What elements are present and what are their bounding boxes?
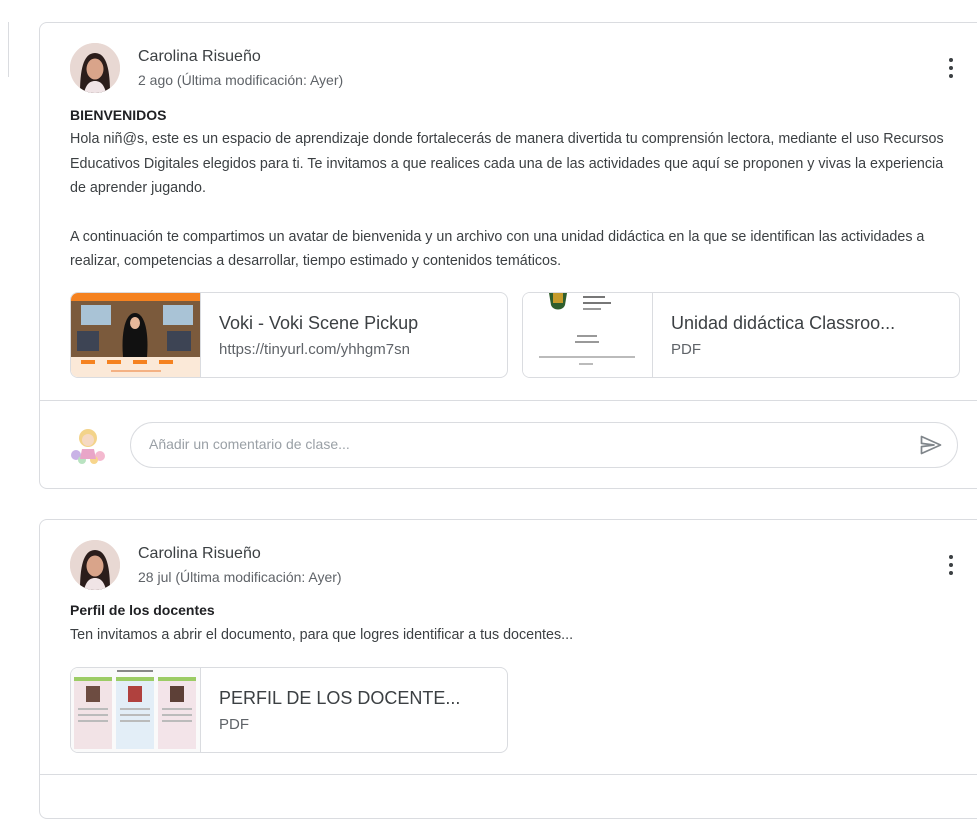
post-paragraph: Ten invitamos a abrir el documento, para…: [70, 627, 574, 643]
post-title: Perfil de los docentes: [70, 602, 215, 618]
user-avatar: [68, 425, 108, 465]
author-avatar[interactable]: [70, 43, 120, 93]
post-card: Carolina Risueño 28 jul (Última modifica…: [39, 519, 977, 819]
more-vert-icon[interactable]: [948, 555, 954, 577]
card-divider: [40, 774, 977, 775]
attachment-url: https://tinyurl.com/yhhgm7sn: [219, 341, 410, 358]
card-divider: [40, 400, 977, 401]
attachment-link-unidad[interactable]: Unidad didáctica Classroo... PDF: [522, 292, 960, 378]
post-title: BIENVENIDOS: [70, 107, 167, 123]
attachment-type: PDF: [671, 341, 701, 358]
author-name: Carolina Risueño: [138, 545, 261, 562]
author-name: Carolina Risueño: [138, 48, 261, 65]
attachment-link-perfil[interactable]: PERFIL DE LOS DOCENTE... PDF: [70, 667, 508, 753]
post-card: Carolina Risueño 2 ago (Última modificac…: [39, 22, 977, 489]
post-paragraph: Hola niñ@s, este es un espacio de aprend…: [70, 131, 944, 196]
attachment-title: Voki - Voki Scene Pickup: [219, 313, 419, 333]
author-avatar[interactable]: [70, 540, 120, 590]
comment-input[interactable]: Añadir un comentario de clase...: [130, 422, 958, 468]
attachment-type: PDF: [219, 716, 249, 733]
send-icon[interactable]: [919, 433, 943, 457]
post-body: Hola niñ@s, este es un espacio de aprend…: [70, 127, 950, 274]
left-divider: [8, 22, 9, 77]
pdf-thumbnail: [523, 293, 653, 377]
attachment-title: Unidad didáctica Classroo...: [671, 313, 896, 333]
post-timestamp: 2 ago (Última modificación: Ayer): [138, 72, 344, 88]
pdf-thumbnail: [71, 668, 201, 752]
post-body: Ten invitamos a abrir el documento, para…: [70, 623, 950, 648]
attachment-link-voki[interactable]: Voki - Voki Scene Pickup https://tinyurl…: [70, 292, 508, 378]
post-paragraph: A continuación te compartimos un avatar …: [70, 228, 925, 270]
post-timestamp: 28 jul (Última modificación: Ayer): [138, 569, 342, 585]
voki-thumbnail: [71, 293, 201, 377]
attachment-title: PERFIL DE LOS DOCENTE...: [219, 688, 461, 708]
more-vert-icon[interactable]: [948, 58, 954, 80]
comment-placeholder: Añadir un comentario de clase...: [149, 436, 350, 452]
